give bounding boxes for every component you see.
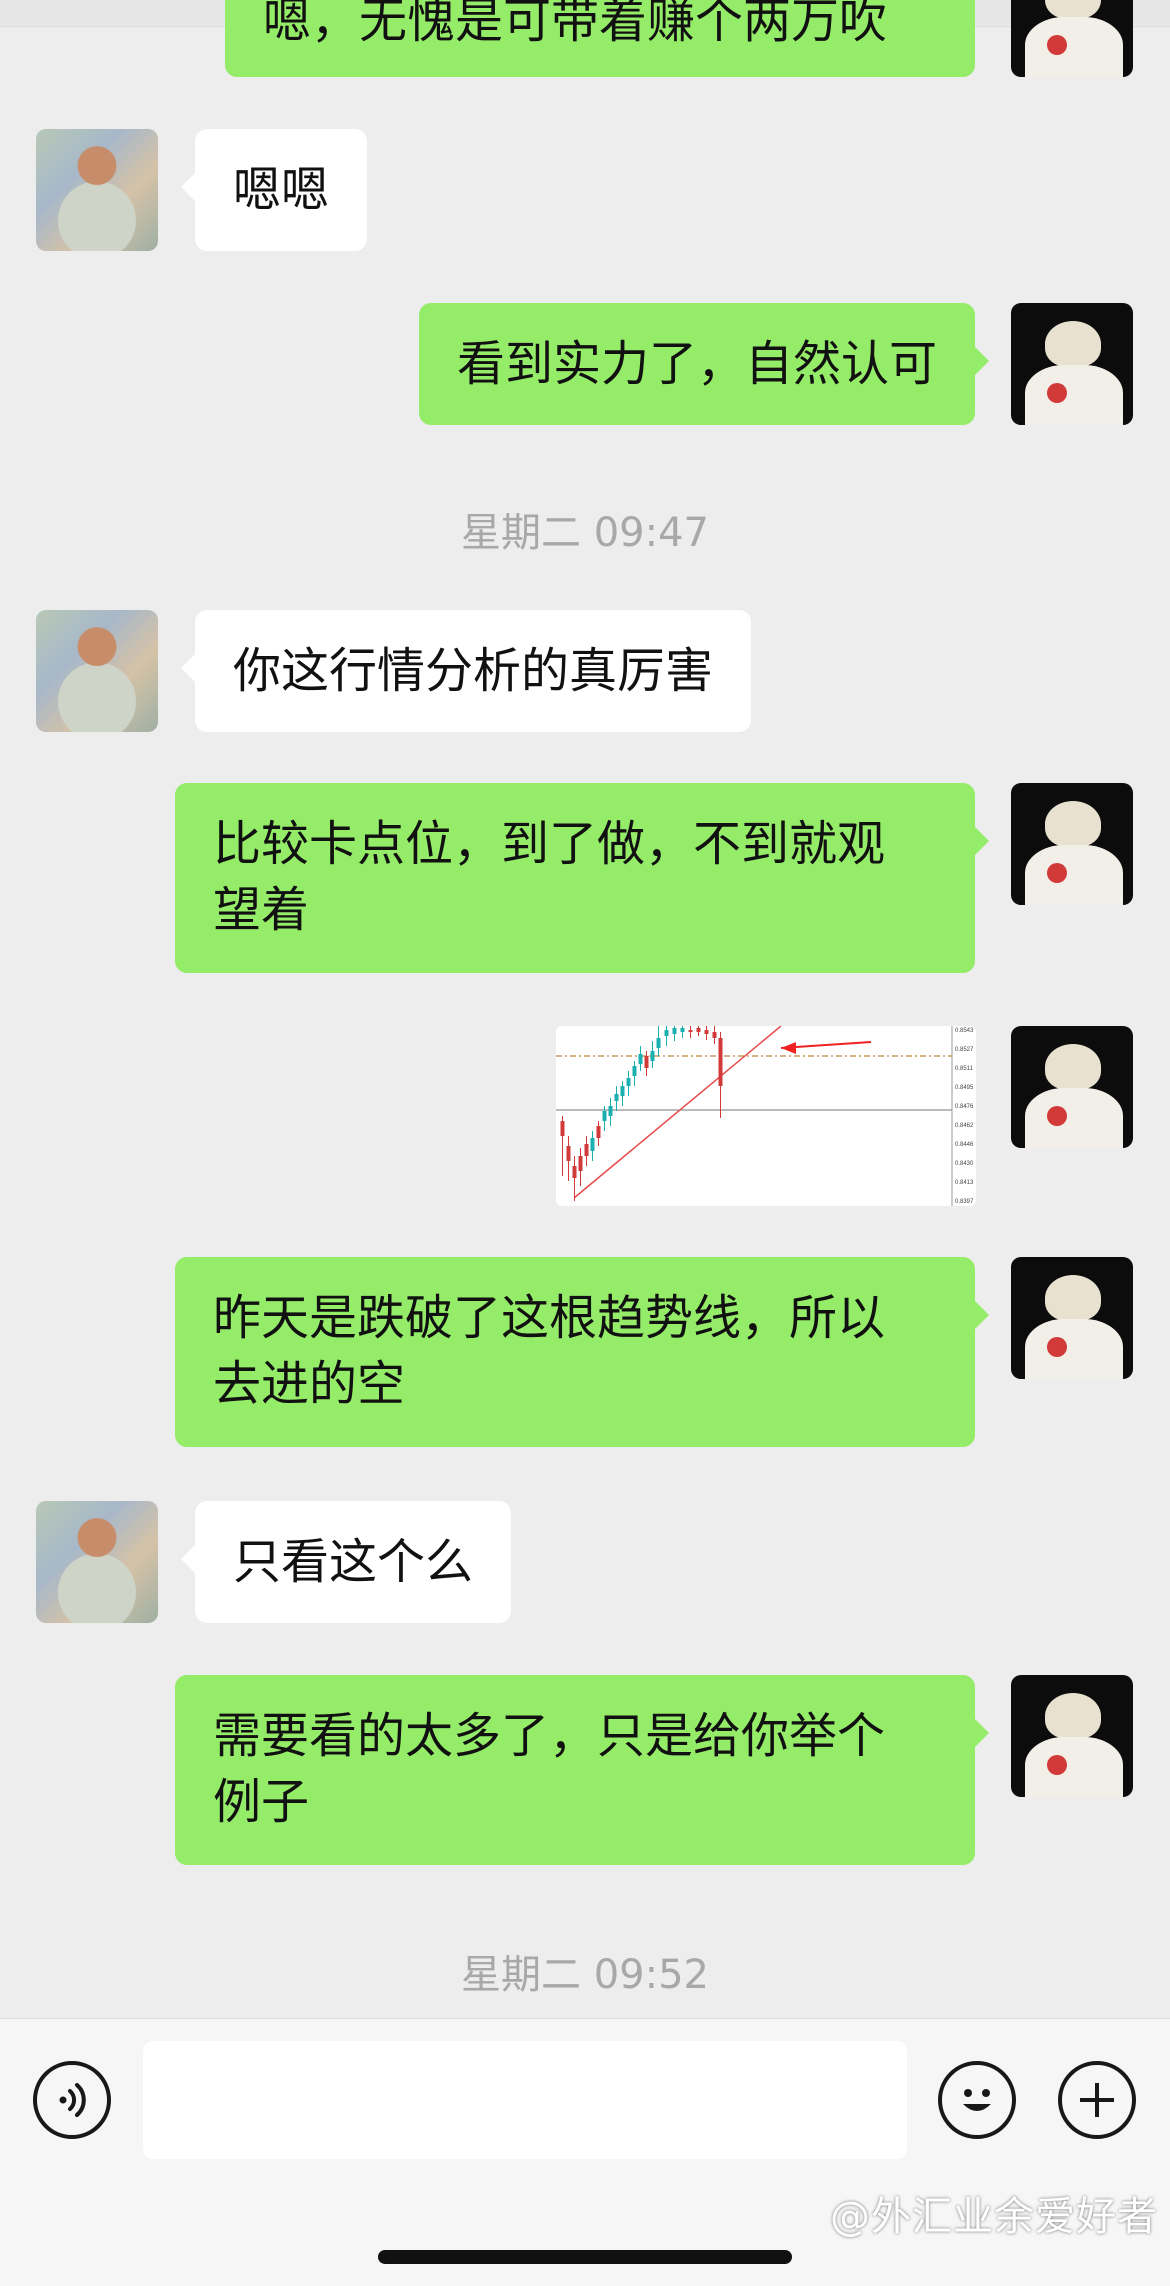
bubble-text: 看到实力了，自然认可	[456, 336, 937, 392]
timestamp: 星期二 09:47	[461, 510, 709, 556]
bubble-line: 去进的空	[213, 1356, 406, 1412]
candlestick-chart-thumbnail: 0.8543 0.8527 0.8511 0.8495 0.8476 0.8462 0.84…	[556, 1026, 976, 1206]
candle-body	[638, 1054, 643, 1064]
candle-body	[602, 1111, 607, 1121]
plus-button[interactable]	[1058, 2061, 1136, 2139]
bubble-line: 需要看的太多了，只是给你举个	[213, 1708, 886, 1764]
candle-body	[620, 1086, 625, 1096]
my-avatar[interactable]	[1011, 1675, 1133, 1797]
chat-bubble[interactable]: 只看这个么	[180, 1501, 512, 1623]
my-avatar[interactable]	[1011, 303, 1133, 425]
price-scale-label: 0.8476	[955, 1104, 974, 1110]
chat-bubble[interactable]: 你这行情分析的真厉害	[180, 610, 752, 732]
voice-button[interactable]	[33, 2061, 111, 2139]
timestamp: 星期二 09:52	[461, 1952, 709, 1998]
bubble-line: 昨天是跌破了这根趋势线，所以	[213, 1290, 886, 1346]
bubble-text: 你这行情分析的真厉害	[233, 643, 714, 699]
candle-body	[584, 1144, 589, 1156]
bubble-line: 例子	[213, 1774, 310, 1830]
candle-body	[644, 1056, 649, 1068]
chat-bubble[interactable]: 嗯，无愧是可带着赚个两万吹	[225, 0, 975, 77]
my-avatar[interactable]	[1011, 1257, 1133, 1379]
bubble-line: 望着	[213, 882, 310, 938]
price-scale-label: 0.8462	[955, 1123, 974, 1129]
price-scale-label: 0.8495	[955, 1085, 974, 1091]
chart-image-message[interactable]: 0.8543 0.8527 0.8511 0.8495 0.8476 0.8462 0.84…	[556, 1026, 976, 1206]
watermark: @外汇业余爱好者	[830, 2194, 1158, 2240]
chat-area[interactable]: 嗯，无愧是可带着赚个两万吹 嗯嗯 看到实力了，自然认可 星期二 09:47 你这…	[0, 0, 1170, 2018]
price-scale-label: 0.8397	[955, 1199, 974, 1205]
candle-body	[680, 1028, 685, 1032]
price-scale-label: 0.8430	[955, 1161, 974, 1167]
price-scale-label: 0.8543	[955, 1028, 974, 1034]
home-indicator[interactable]	[378, 2250, 792, 2264]
candle-body	[608, 1106, 613, 1116]
candle-body	[578, 1156, 583, 1171]
contact-avatar[interactable]	[36, 610, 158, 732]
emoji-icon	[963, 2089, 991, 2111]
my-avatar[interactable]	[1011, 783, 1133, 905]
candle-body	[632, 1066, 637, 1076]
bubble-text: 嗯嗯	[233, 162, 330, 218]
candle-body	[626, 1078, 631, 1086]
candle-body	[712, 1032, 717, 1038]
chat-bubble[interactable]: 比较卡点位，到了做，不到就观 望着	[175, 783, 989, 973]
bubble-text: 只看这个么	[233, 1534, 474, 1590]
message-input[interactable]	[143, 2041, 907, 2159]
price-scale-label: 0.8413	[955, 1180, 974, 1186]
price-scale-label: 0.8527	[955, 1047, 974, 1053]
candle-body	[572, 1166, 577, 1178]
contact-avatar[interactable]	[36, 129, 158, 251]
candle-body	[650, 1051, 655, 1061]
my-avatar[interactable]	[1011, 1026, 1133, 1148]
candle-body	[656, 1038, 661, 1048]
candle-body	[614, 1094, 619, 1101]
price-scale-label: 0.8446	[955, 1142, 974, 1148]
bubble-text: 嗯，无愧是可带着赚个两万吹	[263, 0, 888, 49]
chat-bubble[interactable]: 看到实力了，自然认可	[418, 303, 990, 425]
chat-bubble[interactable]: 需要看的太多了，只是给你举个 例子	[175, 1675, 989, 1865]
chat-bubble[interactable]: 嗯嗯	[180, 129, 368, 251]
candle-body	[560, 1121, 565, 1136]
candle-body	[566, 1146, 571, 1161]
plus-icon	[1080, 2083, 1114, 2117]
input-bar: @外汇业余爱好者	[0, 2018, 1170, 2286]
my-avatar[interactable]	[1011, 0, 1133, 77]
contact-avatar[interactable]	[36, 1501, 158, 1623]
candle-body	[688, 1030, 693, 1032]
candle-body	[718, 1038, 723, 1086]
candle-body	[696, 1028, 701, 1032]
voice-icon	[59, 2083, 86, 2117]
candle-body	[596, 1126, 601, 1138]
bubble-line: 比较卡点位，到了做，不到就观	[213, 816, 886, 872]
candle-body	[664, 1030, 669, 1036]
emoji-button[interactable]	[938, 2061, 1016, 2139]
candle-body	[704, 1030, 709, 1034]
candle-body	[672, 1028, 677, 1034]
price-scale-label: 0.8511	[955, 1066, 974, 1072]
chat-bubble[interactable]: 昨天是跌破了这根趋势线，所以 去进的空	[175, 1257, 989, 1447]
candle-body	[590, 1138, 595, 1151]
